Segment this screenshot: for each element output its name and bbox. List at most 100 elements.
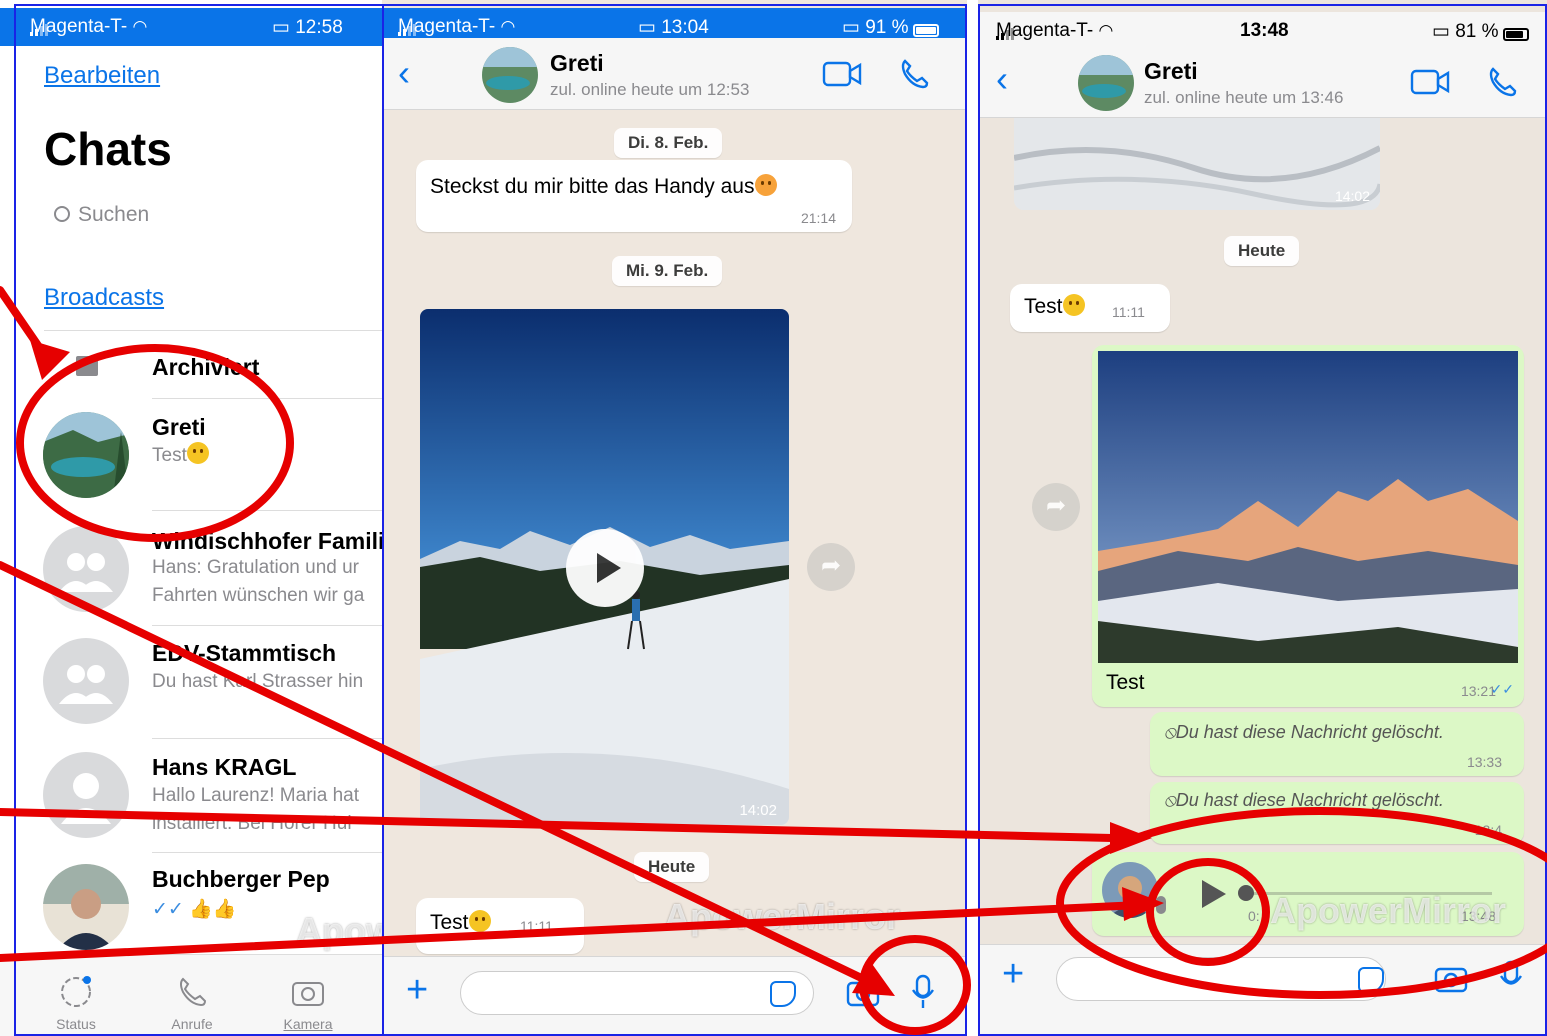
tab-status[interactable]: Status bbox=[36, 974, 116, 1032]
deleted-icon: ⦸ bbox=[1164, 790, 1176, 810]
date-separator: Di. 8. Feb. bbox=[614, 128, 723, 158]
deleted-icon: ⦸ bbox=[1164, 722, 1176, 742]
camera-icon[interactable] bbox=[1434, 963, 1468, 993]
battery-info: ▭ 81 % bbox=[1432, 20, 1529, 43]
message-input[interactable] bbox=[1056, 957, 1386, 1001]
video-call-icon[interactable] bbox=[822, 60, 862, 88]
contact-name[interactable]: Greti bbox=[1144, 58, 1198, 85]
wifi-icon: ◠ bbox=[500, 17, 516, 36]
watermark: Apow bbox=[296, 910, 382, 951]
grin-emoji-icon bbox=[468, 910, 491, 932]
status-bar: Magenta-T- ◠ 13:48 ▭ 81 % bbox=[978, 12, 1547, 50]
deleted-message[interactable]: ⦸Du hast diese Nachricht gelöscht. 13:33 bbox=[1150, 712, 1524, 776]
contact-avatar[interactable] bbox=[482, 47, 538, 103]
message-input-bar: + bbox=[978, 944, 1547, 1014]
avatar bbox=[43, 412, 129, 498]
chat-preview-line2: Fahrten wünschen wir ga bbox=[152, 585, 365, 606]
play-button[interactable] bbox=[566, 529, 644, 607]
snow-image-message[interactable]: 14:02 bbox=[1014, 118, 1380, 210]
photo-message[interactable]: Test 13:21 ✓✓ bbox=[1092, 345, 1524, 707]
forward-button[interactable] bbox=[807, 543, 855, 591]
chat-list-screen: Magenta-T- ◠ ▭ 12:58 Bearbeiten Chats Su… bbox=[0, 0, 382, 1036]
kiss-emoji-icon bbox=[754, 174, 777, 196]
group-avatar-icon bbox=[43, 638, 129, 724]
video-message[interactable]: 14:02 bbox=[420, 309, 789, 825]
tab-camera[interactable]: Kamera bbox=[268, 974, 348, 1032]
phone-icon[interactable] bbox=[896, 56, 932, 92]
grin-emoji-icon bbox=[1062, 294, 1085, 316]
message-time: 13:33 bbox=[1466, 754, 1502, 770]
contact-avatar[interactable] bbox=[1078, 55, 1134, 111]
forward-button[interactable] bbox=[1032, 483, 1080, 531]
voice-progress-knob[interactable] bbox=[1238, 885, 1254, 901]
archived-label: Archiviert bbox=[152, 354, 260, 380]
wifi-icon: ◠ bbox=[1098, 21, 1114, 40]
avatar bbox=[43, 864, 129, 950]
chat-name: Windischhofer Famili bbox=[152, 528, 382, 554]
add-attachment-button[interactable]: + bbox=[406, 969, 428, 1012]
date-separator: Heute bbox=[634, 852, 710, 882]
message-time: 11:11 bbox=[520, 918, 553, 934]
signal-icon bbox=[398, 24, 420, 36]
status-bar: Magenta-T- ◠ ▭ 12:58 bbox=[0, 8, 382, 46]
search-input[interactable]: Suchen bbox=[54, 203, 149, 227]
phone-icon[interactable] bbox=[1484, 64, 1520, 100]
play-icon bbox=[597, 553, 621, 583]
add-attachment-button[interactable]: + bbox=[1002, 953, 1024, 996]
video-call-icon[interactable] bbox=[1410, 68, 1450, 96]
phone-icon bbox=[180, 977, 207, 1007]
broadcasts-link[interactable]: Broadcasts bbox=[44, 284, 164, 312]
deleted-message[interactable]: ⦸Du hast diese Nachricht gelöscht. 13:4 bbox=[1150, 782, 1524, 844]
chat-preview: Hans: Gratulation und ur bbox=[152, 557, 360, 578]
chat-row-hans-kragl[interactable]: Hans KRAGL Hallo Laurenz! Maria hat inst… bbox=[0, 740, 382, 852]
camera-icon bbox=[292, 982, 324, 1006]
date-separator: Heute bbox=[1224, 236, 1300, 266]
carrier-info: Magenta-T- ◠ bbox=[996, 20, 1114, 41]
message-text: Test bbox=[1024, 294, 1085, 319]
chat-screen-1348: Magenta-T- ◠ 13:48 ▭ 81 % ‹ Greti zul. o… bbox=[978, 0, 1547, 1036]
chat-preview: Du hast Karl Strasser hin bbox=[152, 671, 364, 692]
battery-icon bbox=[912, 24, 939, 37]
message-bubble[interactable]: Test 11:11 bbox=[1010, 284, 1170, 332]
play-button[interactable] bbox=[1202, 880, 1226, 908]
last-seen: zul. online heute um 12:53 bbox=[550, 80, 750, 99]
chat-header: ‹ Greti zul. online heute um 12:53 bbox=[382, 38, 967, 110]
back-button[interactable]: ‹ bbox=[996, 58, 1008, 100]
watermark: ApowerMirror bbox=[664, 896, 901, 937]
chat-row-windischhofer[interactable]: Windischhofer Famili Hans: Gratulation u… bbox=[0, 512, 382, 624]
chat-row-greti[interactable]: Greti Test bbox=[0, 398, 382, 510]
camera-icon[interactable] bbox=[846, 977, 880, 1007]
message-input-bar: + bbox=[382, 956, 967, 1036]
chat-name: Buchberger Pep bbox=[152, 866, 330, 892]
status-time: 13:48 bbox=[1240, 20, 1289, 41]
message-bubble[interactable]: Steckst du mir bitte das Handy aus 21:14 bbox=[416, 160, 852, 232]
date-separator: Mi. 9. Feb. bbox=[612, 256, 723, 286]
page-title: Chats bbox=[44, 123, 172, 175]
watermark: ApowerMirror bbox=[1270, 890, 1507, 931]
deleted-text: ⦸Du hast diese Nachricht gelöscht. bbox=[1164, 722, 1444, 742]
microphone-icon[interactable] bbox=[1498, 959, 1524, 997]
contact-name[interactable]: Greti bbox=[550, 50, 604, 77]
message-bubble[interactable]: Test 11:11 bbox=[416, 898, 584, 954]
microphone-icon[interactable] bbox=[910, 973, 936, 1011]
status-time: ▭ 12:58 bbox=[272, 17, 343, 38]
message-text: Test bbox=[430, 910, 491, 935]
message-input[interactable] bbox=[460, 971, 814, 1015]
grin-emoji-icon bbox=[186, 442, 209, 464]
group-avatar-icon bbox=[43, 526, 129, 612]
signal-icon bbox=[996, 28, 1018, 40]
back-button[interactable]: ‹ bbox=[398, 52, 410, 94]
tab-calls[interactable]: Anrufe bbox=[152, 974, 232, 1032]
status-time: ▭ 13:04 bbox=[638, 17, 709, 38]
chat-name: Greti bbox=[152, 414, 206, 440]
battery-info: ▭ 91 % bbox=[842, 16, 939, 39]
voice-duration: 0: bbox=[1248, 908, 1260, 924]
tab-bar: Status Anrufe Kamera bbox=[0, 954, 382, 1036]
chat-preview-line2: installiert. Bei Horer Hul bbox=[152, 813, 352, 834]
chat-row-edv-stammtisch[interactable]: EDV-Stammtisch Du hast Karl Strasser hin bbox=[0, 626, 382, 738]
message-time: 13:4 bbox=[1474, 822, 1502, 838]
battery-icon bbox=[1502, 28, 1529, 41]
read-receipt-icon: ✓✓ bbox=[1490, 681, 1514, 697]
edit-link[interactable]: Bearbeiten bbox=[44, 62, 160, 90]
person-avatar-icon bbox=[43, 752, 129, 838]
